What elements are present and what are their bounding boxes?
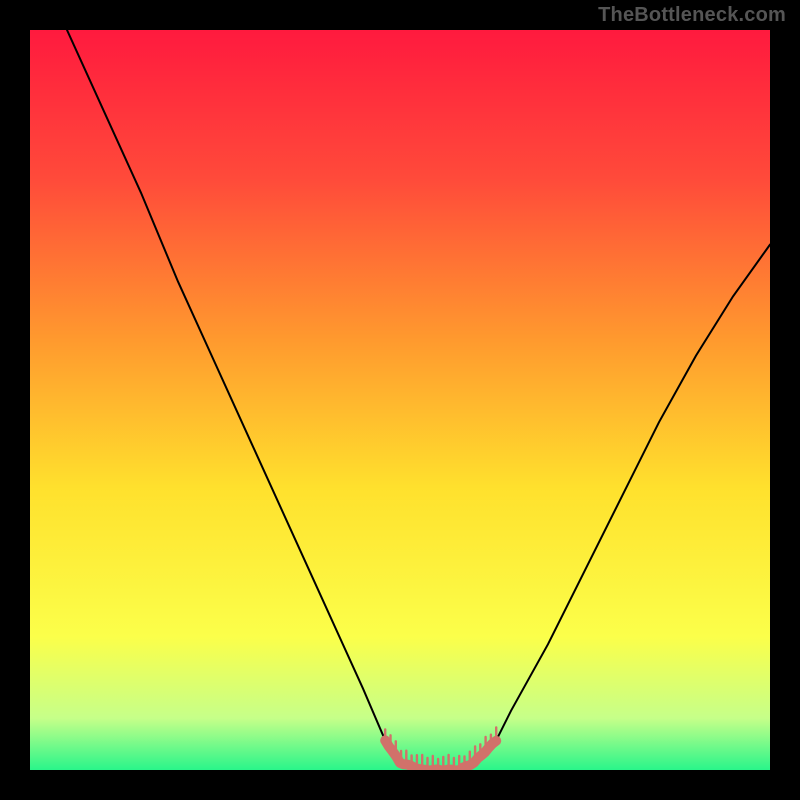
- chart-svg: [30, 30, 770, 770]
- plot-area: [30, 30, 770, 770]
- chart-frame: TheBottleneck.com: [0, 0, 800, 800]
- watermark-text: TheBottleneck.com: [598, 4, 786, 27]
- gradient-background: [30, 30, 770, 770]
